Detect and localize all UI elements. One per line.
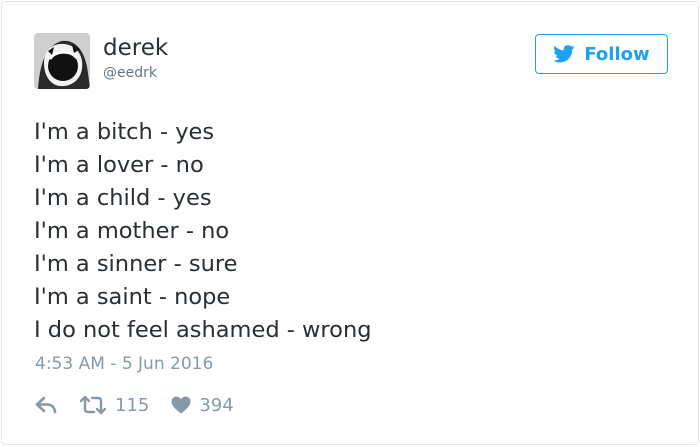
tweet-line: I do not feel ashamed - wrong xyxy=(34,317,372,343)
tweet-card: derek @eedrk Follow I'm a bitch - yes I'… xyxy=(1,1,699,445)
display-name[interactable]: derek xyxy=(103,33,168,63)
avatar[interactable] xyxy=(34,33,90,89)
twitter-bird-icon xyxy=(553,45,575,63)
retweet-button[interactable]: 115 xyxy=(79,395,149,416)
user-handle[interactable]: @eedrk xyxy=(103,63,168,83)
tweet-header: derek @eedrk Follow xyxy=(34,33,668,89)
tweet-line: I'm a child - yes xyxy=(34,185,212,211)
tweet-line: I'm a lover - no xyxy=(34,152,204,178)
heart-icon xyxy=(171,396,191,414)
tweet-line: I'm a bitch - yes xyxy=(34,119,215,145)
follow-button[interactable]: Follow xyxy=(535,34,668,74)
tweet-line: I'm a saint - nope xyxy=(34,284,231,310)
tweet-timestamp[interactable]: 4:53 AM - 5 Jun 2016 xyxy=(35,352,213,376)
retweet-icon xyxy=(79,395,107,415)
user-names: derek @eedrk xyxy=(103,33,168,83)
tweet-line: I'm a mother - no xyxy=(34,218,230,244)
tweet-actions: 115 394 xyxy=(35,392,234,418)
follow-button-label: Follow xyxy=(584,43,650,65)
like-count: 394 xyxy=(199,394,234,416)
like-button[interactable]: 394 xyxy=(171,394,234,416)
reply-icon xyxy=(35,396,57,414)
retweet-count: 115 xyxy=(115,394,150,416)
avatar-screaming-face-icon xyxy=(34,33,90,89)
tweet-text: I'm a bitch - yes I'm a lover - no I'm a… xyxy=(34,116,668,347)
reply-button[interactable] xyxy=(35,396,59,414)
tweet-line: I'm a sinner - sure xyxy=(34,251,238,277)
